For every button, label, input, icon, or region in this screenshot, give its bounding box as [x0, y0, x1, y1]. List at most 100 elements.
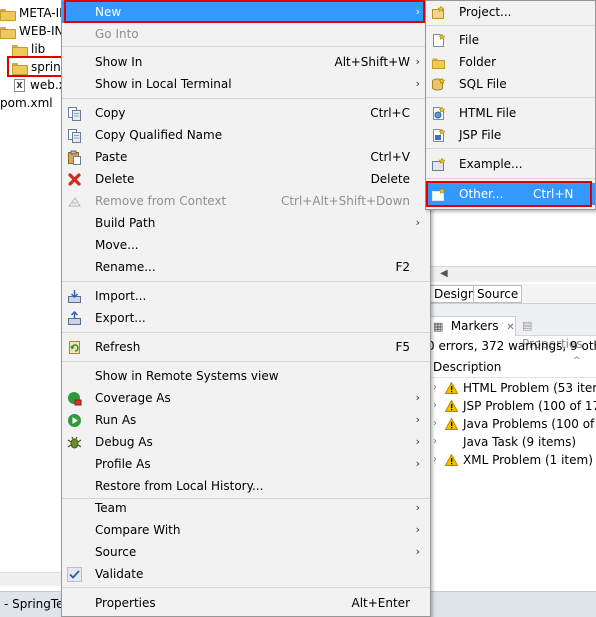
copy-icon [67, 128, 82, 143]
markers-tab-label: Markers [450, 319, 499, 333]
menu-item-label: Team [95, 501, 127, 515]
remove-context-icon [67, 194, 82, 209]
tab-source[interactable]: Source [473, 285, 523, 303]
menu-item-label: Rename... [95, 260, 156, 274]
menu-item-move[interactable]: Move... [62, 234, 430, 256]
menu-item-show-in-remote-systems[interactable]: Show in Remote Systems view [62, 365, 430, 387]
tab-properties[interactable]: ▤ Properties [522, 316, 596, 351]
menu-item-shortcut: Alt+Shift+W [334, 55, 411, 69]
annotation-box-other [426, 181, 592, 207]
tree-item-meta-inf[interactable]: META-IN [0, 4, 68, 22]
menu-item-show-in[interactable]: Show In Alt+Shift+W › [62, 51, 430, 73]
menu-item-properties[interactable]: Properties Alt+Enter [62, 592, 430, 614]
column-header-description[interactable]: Description [430, 356, 596, 378]
submenu-item-project[interactable]: Project... [426, 1, 595, 23]
markers-summary: 0 errors, 372 warnings, 9 others [427, 339, 596, 353]
scroll-left-arrow-icon[interactable]: ◀ [440, 268, 448, 279]
menu-separator [62, 46, 430, 47]
submenu-arrow-icon: › [415, 413, 420, 426]
markers-row-label: JSP Problem (100 of 17 [463, 399, 596, 413]
annotation-box-new [64, 0, 425, 23]
submenu-arrow-icon: › [415, 55, 420, 68]
menu-item-debug-as[interactable]: Debug As › [62, 431, 430, 453]
refresh-icon [67, 340, 82, 355]
new-folder-icon [431, 55, 446, 70]
warning-icon [445, 418, 458, 430]
menu-item-go-into[interactable]: Go Into [62, 23, 430, 45]
menu-separator [426, 25, 595, 26]
markers-row[interactable]: › XML Problem (1 item) [433, 451, 593, 469]
menu-item-coverage-as[interactable]: Coverage As › [62, 387, 430, 409]
menu-item-shortcut: Delete [370, 172, 410, 186]
menu-item-label: Show in Remote Systems view [95, 369, 279, 383]
menu-item-show-in-local-terminal[interactable]: Show in Local Terminal › [62, 73, 430, 95]
markers-row[interactable]: › HTML Problem (53 item [433, 379, 596, 397]
menu-item-delete[interactable]: Delete Delete [62, 168, 430, 190]
submenu-item-folder[interactable]: Folder [426, 51, 595, 73]
editor-horizontal-scrollbar[interactable] [430, 266, 596, 282]
warning-icon [445, 400, 458, 412]
menu-item-team[interactable]: Team › [62, 497, 430, 519]
new-file-icon [431, 33, 446, 48]
tab-markers[interactable]: ▦ Markers ✕ [430, 316, 516, 336]
tree-item-pom-xml[interactable]: pom.xml [0, 94, 53, 112]
menu-item-copy[interactable]: Copy Ctrl+C [62, 102, 430, 124]
new-jsp-file-icon [431, 128, 446, 143]
submenu-item-file[interactable]: File [426, 29, 595, 51]
submenu-item-example[interactable]: Example... [426, 153, 595, 175]
submenu-arrow-icon: › [415, 501, 420, 514]
menu-item-label: Refresh [95, 340, 141, 354]
menu-item-shortcut: Ctrl+Alt+Shift+Down [280, 194, 410, 208]
expand-chevron-icon[interactable]: › [433, 397, 443, 415]
menu-item-paste[interactable]: Paste Ctrl+V [62, 146, 430, 168]
menu-item-label: Show In [95, 55, 143, 69]
menu-item-validate[interactable]: Validate [62, 563, 430, 585]
markers-row[interactable]: › Java Problems (100 of 1 [433, 415, 596, 433]
menu-item-label: Coverage As [95, 391, 171, 405]
expand-chevron-icon[interactable]: › [433, 379, 443, 397]
panel-gap [430, 304, 596, 314]
menu-item-label: Go Into [95, 27, 139, 41]
warning-icon [445, 454, 458, 466]
menu-item-label: Properties [95, 596, 156, 610]
markers-row[interactable]: › Java Task (9 items) [433, 433, 576, 451]
delete-icon [67, 172, 82, 187]
menu-item-remove-from-context[interactable]: Remove from Context Ctrl+Alt+Shift+Down [62, 190, 430, 212]
markers-view-header: ▦ Markers ✕ ▤ Properties [430, 314, 596, 351]
new-submenu: Project... File Folder SQL File HTML Fil… [425, 0, 596, 210]
menu-item-build-path[interactable]: Build Path › [62, 212, 430, 234]
menu-item-refresh[interactable]: Refresh F5 [62, 336, 430, 358]
run-icon [67, 413, 82, 428]
menu-item-compare-with[interactable]: Compare With › [62, 519, 430, 541]
markers-row[interactable]: › JSP Problem (100 of 17 [433, 397, 596, 415]
menu-item-export[interactable]: Export... [62, 307, 430, 329]
menu-separator [62, 281, 430, 282]
menu-item-import[interactable]: Import... [62, 285, 430, 307]
expand-chevron-icon[interactable]: › [433, 415, 443, 433]
menu-item-label: Source [95, 545, 137, 559]
menu-item-run-as[interactable]: Run As › [62, 409, 430, 431]
expand-chevron-icon[interactable]: › [433, 451, 443, 469]
menu-item-profile-as[interactable]: Profile As › [62, 453, 430, 475]
tree-item-web-inf[interactable]: WEB-INF [0, 22, 70, 40]
status-bar-text: - SpringTes [4, 597, 70, 611]
submenu-arrow-icon: › [415, 523, 420, 536]
close-icon[interactable]: ✕ [506, 322, 514, 333]
new-html-file-icon [431, 106, 446, 121]
editor-tabs: Design Source [430, 284, 596, 304]
paste-icon [67, 150, 82, 165]
menu-item-label: Build Path [95, 216, 156, 230]
tree-item-web-xml[interactable]: X web.x [14, 76, 66, 94]
menu-separator [62, 98, 430, 99]
submenu-item-sql-file[interactable]: SQL File [426, 73, 595, 95]
menu-item-source[interactable]: Source › [62, 541, 430, 563]
menu-item-restore-from-local-history[interactable]: Restore from Local History... [62, 475, 430, 497]
markers-row-label: HTML Problem (53 item [463, 381, 596, 395]
menu-item-rename[interactable]: Rename... F2 [62, 256, 430, 278]
submenu-item-html-file[interactable]: HTML File [426, 102, 595, 124]
submenu-item-label: Project... [459, 5, 512, 19]
menu-item-copy-qualified-name[interactable]: Copy Qualified Name [62, 124, 430, 146]
submenu-item-jsp-file[interactable]: JSP File [426, 124, 595, 146]
expand-chevron-icon[interactable]: › [433, 433, 443, 451]
explorer-horizontal-scrollbar[interactable] [0, 572, 70, 586]
